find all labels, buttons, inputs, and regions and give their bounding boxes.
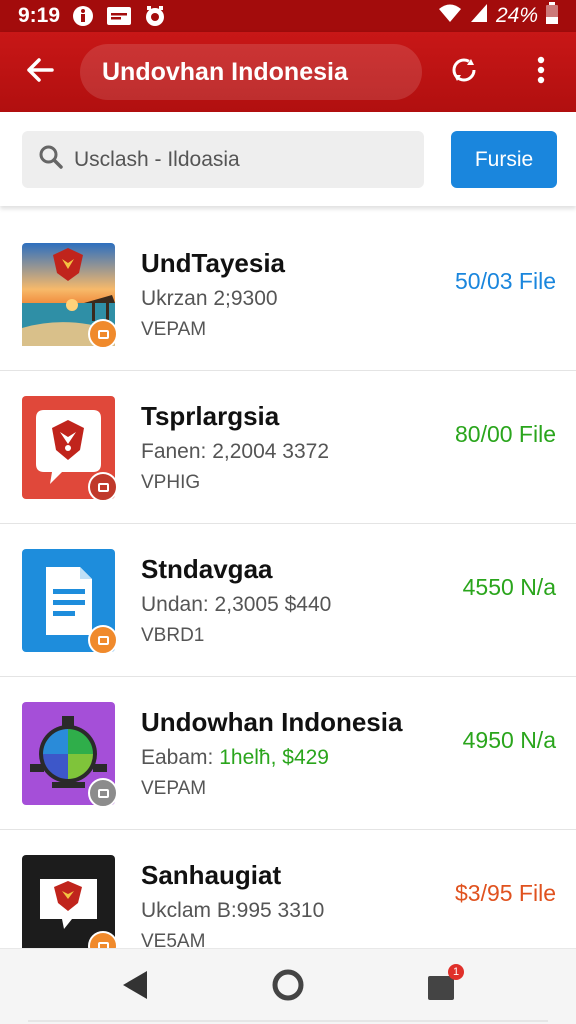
alarm-icon (144, 5, 166, 27)
item-title: Tsprlargsia (141, 401, 280, 431)
results-list: UndTayesia Ukrzan 2;9300 VEPAM 50/03 Fil… (0, 218, 576, 948)
info-icon (72, 5, 94, 27)
message-icon (106, 6, 132, 26)
item-meta: Eabam: 1helħ, $429 (141, 746, 329, 769)
system-nav-bar: 1 (0, 948, 576, 1024)
recents-badge: 1 (448, 964, 464, 980)
item-price: 80/00 File (454, 421, 556, 447)
battery-percent: 24% (495, 4, 538, 27)
list-item[interactable]: UndTayesia Ukrzan 2;9300 VEPAM 50/03 Fil… (0, 218, 576, 371)
nav-back-button[interactable] (90, 949, 180, 1024)
nav-home-icon (271, 968, 305, 1007)
search-icon (38, 144, 64, 175)
badge-icon (88, 778, 118, 808)
search-area: Fursie (0, 112, 576, 206)
item-meta: Ukrzan 2;9300 (141, 287, 278, 310)
globe-device-icon (22, 702, 118, 808)
item-price: 4950 N/a (462, 727, 556, 753)
list-item[interactable]: Undowhan Indonesia Eabam: 1helħ, $429 VE… (0, 677, 576, 830)
battery-icon (546, 2, 558, 30)
search-button[interactable]: Fursie (451, 131, 557, 188)
item-subtitle: VE5AM (141, 931, 206, 948)
nav-recents-button[interactable]: 1 (396, 949, 486, 1024)
badge-icon (88, 472, 118, 502)
badge-icon (88, 625, 118, 655)
item-title: Sanhaugiat (141, 860, 282, 890)
more-vert-icon (536, 56, 546, 89)
status-time: 9:19 (18, 4, 61, 27)
item-price: 50/03 File (454, 268, 556, 294)
refresh-icon (449, 55, 479, 90)
beach-emblem-icon (22, 243, 118, 349)
list-item[interactable]: Stndavgaa Undan: 2,3005 $440 VBRD1 4550 … (0, 524, 576, 677)
chat-emblem-icon (22, 855, 118, 948)
nav-recents-icon: 1 (426, 964, 464, 1002)
nav-back-icon (121, 969, 149, 1006)
search-box[interactable] (22, 131, 424, 188)
garuda-emblem-icon (22, 396, 118, 502)
status-bar: 9:19 24% (0, 0, 576, 32)
item-title: Undowhan Indonesia (141, 707, 403, 737)
badge-icon (88, 319, 118, 349)
back-button[interactable] (0, 32, 80, 112)
app-title-text: Undovhan Indonesia (102, 57, 348, 86)
app-title: Undovhan Indonesia (80, 44, 422, 100)
item-meta: Undan: 2,3005 $440 (141, 593, 332, 616)
item-subtitle: VEPAM (141, 778, 207, 799)
wifi-icon (438, 3, 462, 29)
item-title: UndTayesia (141, 248, 286, 278)
app-bar: Undovhan Indonesia (0, 32, 576, 112)
nav-divider (28, 1020, 548, 1022)
list-item[interactable]: Tsprlargsia Fanen: 2,2004 3372 VPHIG 80/… (0, 371, 576, 524)
item-price: $3/95 File (454, 880, 556, 906)
document-icon (22, 549, 118, 655)
more-options-button[interactable] (506, 32, 576, 112)
item-price: 4550 N/a (462, 574, 556, 600)
item-subtitle: VEPAM (141, 319, 207, 340)
signal-icon (470, 3, 488, 29)
back-arrow-icon (26, 57, 54, 87)
nav-home-button[interactable] (243, 949, 333, 1024)
item-subtitle: VPHIG (141, 472, 201, 493)
item-meta: Fanen: 2,2004 3372 (141, 440, 329, 463)
refresh-button[interactable] (422, 32, 506, 112)
list-item[interactable]: Sanhaugiat Ukclam B:995 3310 VE5AM $3/95… (0, 830, 576, 948)
item-meta: Ukclam B:995 3310 (141, 899, 325, 922)
item-title: Stndavgaa (141, 554, 273, 584)
search-input[interactable] (74, 147, 394, 172)
item-subtitle: VBRD1 (141, 625, 205, 646)
